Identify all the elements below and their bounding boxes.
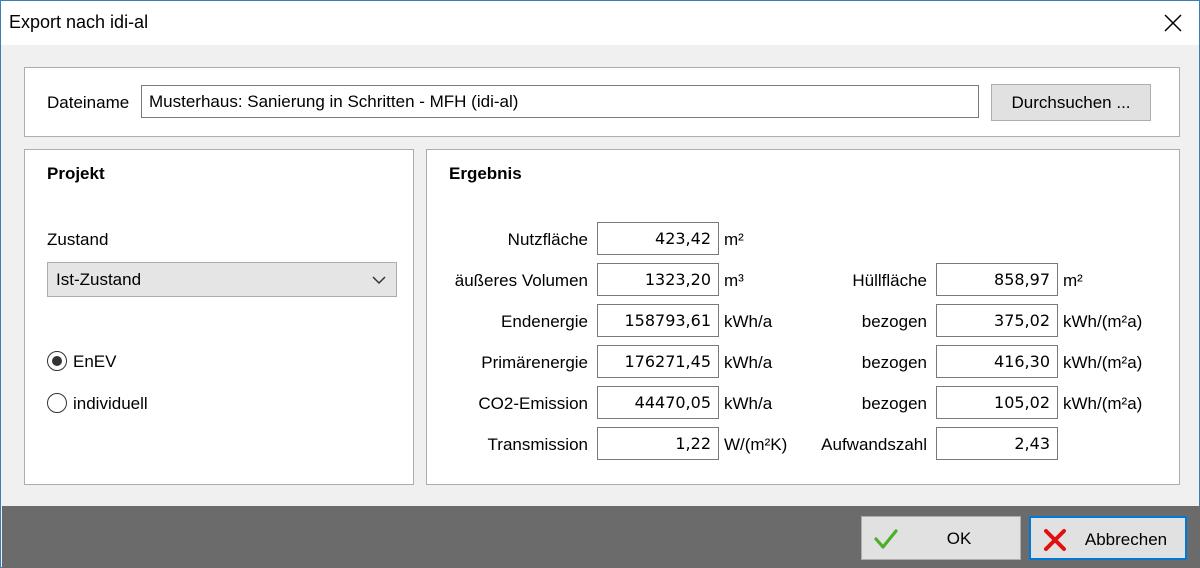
close-button[interactable] xyxy=(1147,1,1199,45)
label-volumen: äußeres Volumen xyxy=(454,271,588,290)
browse-button-label: Durchsuchen ... xyxy=(1011,92,1131,112)
cancel-button[interactable]: Abbrechen xyxy=(1029,516,1187,560)
export-dialog: Export nach idi-al Dateiname Musterhaus:… xyxy=(0,0,1200,568)
project-panel: Projekt Zustand Ist-Zustand EnEV individ… xyxy=(24,149,414,485)
label-transmission: Transmission xyxy=(487,435,588,454)
cancel-button-label: Abbrechen xyxy=(1084,530,1168,549)
value-co2: 44470,05 xyxy=(597,386,719,419)
value-transmission: 1,22 xyxy=(597,427,719,460)
label-bezogen-end: bezogen xyxy=(861,312,927,331)
value-aufwandszahl: 2,43 xyxy=(936,427,1058,460)
file-panel: Dateiname Musterhaus: Sanierung in Schri… xyxy=(24,67,1180,137)
state-label: Zustand xyxy=(47,230,109,249)
state-dropdown[interactable]: Ist-Zustand xyxy=(47,262,397,297)
value-nutzflaeche: 423,42 xyxy=(597,222,719,255)
value-huellflaeche: 858,97 xyxy=(936,263,1058,296)
result-panel: Ergebnis Nutzfläche 423,42 m² äußeres Vo… xyxy=(426,149,1180,485)
filename-input[interactable]: Musterhaus: Sanierung in Schritten - MFH… xyxy=(141,85,979,118)
label-bezogen-prim: bezogen xyxy=(861,353,927,372)
unit-nutzflaeche: m² xyxy=(724,230,744,249)
value-primaerenergie: 176271,45 xyxy=(597,345,719,378)
value-bezogen-end: 375,02 xyxy=(936,304,1058,337)
unit-primaerenergie: kWh/a xyxy=(724,353,773,372)
label-huellflaeche: Hüllfläche xyxy=(852,271,927,290)
filename-label: Dateiname xyxy=(47,93,130,112)
unit-bezogen-co2: kWh/(m²a) xyxy=(1063,394,1143,413)
label-co2: CO2-Emission xyxy=(478,394,588,413)
window-title: Export nach idi-al xyxy=(9,12,149,32)
unit-volumen: m³ xyxy=(724,271,744,290)
value-bezogen-co2: 105,02 xyxy=(936,386,1058,419)
result-heading: Ergebnis xyxy=(449,164,522,183)
value-endenergie: 158793,61 xyxy=(597,304,719,337)
label-endenergie: Endenergie xyxy=(501,312,588,331)
unit-bezogen-end: kWh/(m²a) xyxy=(1063,312,1143,331)
label-aufwandszahl: Aufwandszahl xyxy=(821,435,927,454)
radio-individual[interactable] xyxy=(47,393,67,413)
unit-co2: kWh/a xyxy=(724,394,773,413)
project-heading: Projekt xyxy=(47,164,105,183)
unit-transmission: W/(m²K) xyxy=(724,435,788,454)
radio-individual-label: individuell xyxy=(73,394,148,413)
close-icon xyxy=(1164,14,1182,32)
label-bezogen-co2: bezogen xyxy=(861,394,927,413)
ok-button-label: OK xyxy=(946,529,972,548)
browse-button[interactable]: Durchsuchen ... xyxy=(991,84,1151,121)
radio-enev[interactable] xyxy=(47,351,67,371)
label-primaerenergie: Primärenergie xyxy=(481,353,588,372)
state-dropdown-value: Ist-Zustand xyxy=(56,270,142,289)
title-bar: Export nach idi-al xyxy=(1,1,1199,45)
unit-endenergie: kWh/a xyxy=(724,312,773,331)
unit-bezogen-prim: kWh/(m²a) xyxy=(1063,353,1143,372)
unit-huellflaeche: m² xyxy=(1063,271,1083,290)
value-bezogen-prim: 416,30 xyxy=(936,345,1058,378)
label-nutzflaeche: Nutzfläche xyxy=(507,230,588,249)
ok-button[interactable]: OK xyxy=(861,516,1021,560)
value-volumen: 1323,20 xyxy=(597,263,719,296)
radio-enev-label: EnEV xyxy=(73,352,117,371)
chevron-down-icon xyxy=(372,276,386,285)
